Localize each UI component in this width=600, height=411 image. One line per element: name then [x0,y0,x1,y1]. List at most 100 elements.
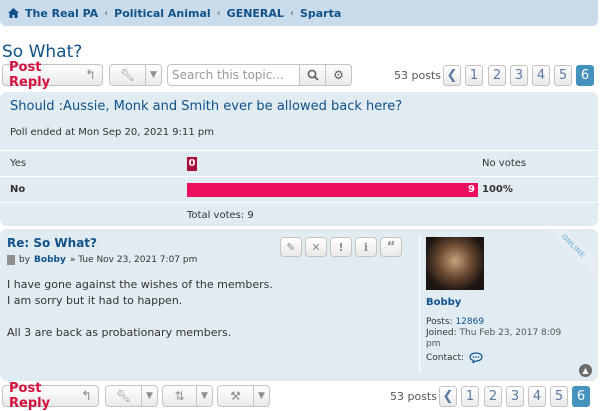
search-icon [307,69,319,81]
divider [0,176,598,177]
delete-button[interactable]: ✕ [305,237,327,257]
page-2-button[interactable]: 2 [488,65,506,86]
poll-result-no: 100% [482,184,513,195]
post-reply-button[interactable]: Post Reply ↰ [2,60,103,90]
previous-page-button[interactable]: ❮ [439,386,457,407]
breadcrumb: The Real PA ‹ Political Animal ‹ GENERAL… [0,0,598,26]
chevron-down-icon: ▼ [196,386,212,406]
advanced-search-button[interactable]: ⚙ [325,64,352,86]
file-icon[interactable] [7,255,15,265]
wrench-icon: 🔧︎ [115,389,132,403]
poll-panel: Should :Aussie, Monk and Smith ever be a… [0,92,598,226]
search-button[interactable] [299,64,326,86]
post-buttons: ✎ ✕ ! i “ [280,237,402,257]
exclamation-icon: ! [338,240,344,254]
page-4-button[interactable]: 4 [532,65,550,86]
post-profile: Bobby Posts: 12869 Joined: Thu Feb 23, 2… [419,235,589,373]
joined-label: Joined: [426,328,457,338]
quote-button[interactable]: “ [380,237,402,257]
info-icon: i [363,240,369,254]
poll-ended-text: Poll ended at Mon Sep 20, 2021 9:11 pm [10,127,214,138]
page-title[interactable]: So What? [2,42,82,62]
profile-joined: Joined: Thu Feb 23, 2017 8:09 pm [426,328,576,350]
poll-bar-yes: 0 [187,157,197,171]
edit-button[interactable]: ✎ [280,237,302,257]
page-1-button[interactable]: 1 [461,386,479,407]
posts-label: Posts: [426,317,453,327]
profile-username[interactable]: Bobby [426,297,461,308]
poll-result-yes: No votes [482,158,527,169]
divider [0,150,598,151]
quote-icon: “ [386,239,396,255]
posts-count: 53 posts [390,390,437,403]
poll-bar-no: 9 [187,183,478,197]
breadcrumb-item-general[interactable]: GENERAL [227,7,284,20]
post-date: » Tue Nov 23, 2021 7:07 pm [69,255,198,265]
post-author-link[interactable]: Bobby [34,255,66,265]
page-2-button[interactable]: 2 [484,386,502,407]
previous-page-button[interactable]: ❮ [443,65,461,86]
page-6-current: 6 [576,65,594,86]
breadcrumb-item-sparta[interactable]: Sparta [300,7,341,20]
sort-button[interactable]: ⇅ ▼ [162,385,213,407]
chevron-down-icon: ▼ [145,65,161,85]
chevron-left-icon: ‹ [104,7,109,19]
chevron-down-icon: ▼ [141,386,157,406]
page-4-button[interactable]: 4 [528,386,546,407]
post-content: I have gone against the wishes of the me… [7,277,273,341]
close-icon: ✕ [311,240,321,254]
search-input[interactable]: Search this topic... [167,64,300,86]
reply-arrow-icon: ↰ [85,67,96,83]
chevron-down-icon: ▼ [253,386,269,406]
reply-arrow-icon: ↰ [81,388,92,404]
post-reply-button-bottom[interactable]: Post Reply ↰ [2,381,99,411]
poll-total-votes: Total votes: 9 [187,210,254,221]
topic-tools-button[interactable]: 🔧︎ ▼ [109,64,162,86]
post-line: I am sorry but it had to happen. [7,294,183,307]
topic-tools-button-bottom[interactable]: 🔧︎ ▼ [105,385,158,407]
post-by: by [19,255,31,265]
action-bar-bottom: Post Reply ↰ 🔧︎ ▼ ⇅ ▼ ⚒ ▼ 53 posts ❮ 1 2… [2,381,598,411]
post-line: All 3 are back as probationary members. [7,326,232,339]
action-bar-top: Post Reply ↰ 🔧︎ ▼ Search this topic... ⚙… [2,60,598,90]
sort-icon: ⇅ [174,389,185,403]
post-line: I have gone against the wishes of the me… [7,278,273,291]
page-3-button[interactable]: 3 [506,386,524,407]
posts-value-link[interactable]: 12869 [455,317,484,327]
post-meta: by Bobby » Tue Nov 23, 2021 7:07 pm [7,255,197,265]
page-6-current: 6 [572,386,590,407]
poll-question: Should :Aussie, Monk and Smith ever be a… [10,99,403,114]
chevron-left-icon: ‹ [289,7,294,19]
post-reply-label: Post Reply [9,60,51,90]
contact-label: Contact: [426,352,465,363]
pencil-icon: ✎ [286,240,296,254]
avatar[interactable] [426,237,484,290]
post-line-blank [7,309,273,325]
info-button[interactable]: i [355,237,377,257]
search-placeholder: Search this topic... [172,68,284,82]
moderator-tools-button[interactable]: ⚒ ▼ [217,385,270,407]
page-5-button[interactable]: 5 [550,386,568,407]
page-3-button[interactable]: 3 [510,65,528,86]
breadcrumb-item-political-animal[interactable]: Political Animal [114,7,211,20]
post-reply-label: Post Reply [9,381,51,411]
page-1-button[interactable]: 1 [465,65,483,86]
profile-contact: Contact: [426,352,483,363]
breadcrumb-item-the-real-pa[interactable]: The Real PA [25,7,98,20]
home-icon[interactable] [8,8,19,18]
report-button[interactable]: ! [330,237,352,257]
divider [0,202,598,203]
chevron-left-icon: ‹ [216,7,221,19]
gear-icon: ⚙ [333,68,344,82]
poll-option-label-no: No [10,184,26,195]
post: Re: So What? by Bobby » Tue Nov 23, 2021… [0,229,598,381]
gavel-icon: ⚒ [230,389,241,403]
profile-posts: Posts: 12869 [426,317,484,327]
chevron-left-icon: ❮ [442,389,454,404]
poll-option-label-yes: Yes [10,158,27,169]
chat-bubble-icon[interactable] [469,352,483,363]
chevron-left-icon: ❮ [446,68,458,83]
post-title[interactable]: Re: So What? [7,236,97,250]
back-to-top-icon[interactable]: ▲ [579,364,592,377]
page-5-button[interactable]: 5 [554,65,572,86]
